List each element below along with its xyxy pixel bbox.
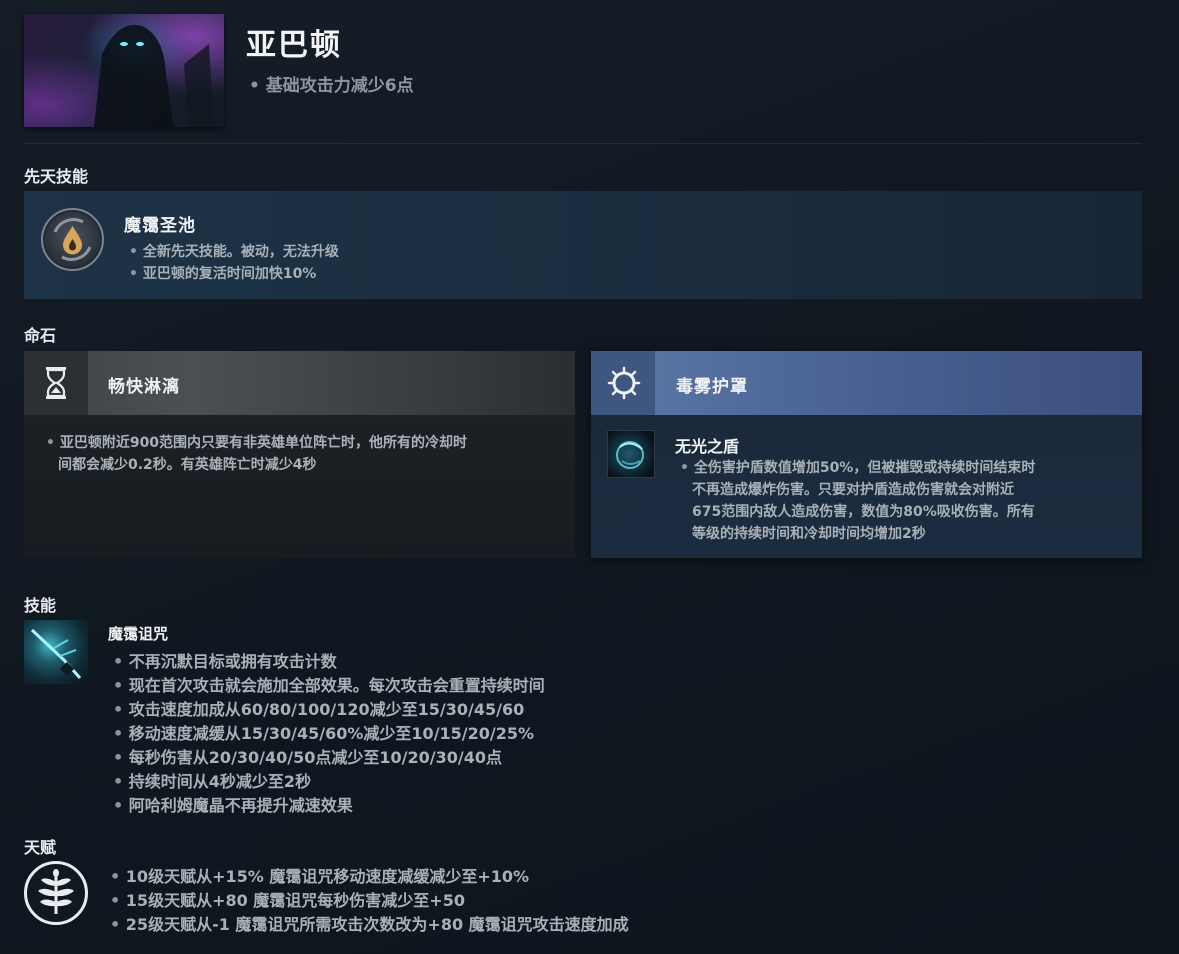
ability-name: 魔霭诅咒 [108, 625, 169, 643]
ability-change-line: 阿哈利姆魔晶不再提升减速效果 [113, 792, 353, 816]
hero-name: 亚巴顿 [246, 28, 342, 63]
talent-tree-icon [24, 861, 88, 925]
curse-of-avernus-icon [24, 620, 88, 684]
ability-change-line: 攻击速度加成从60/80/100/120减少至15/30/45/60 [113, 696, 524, 720]
header-divider [24, 143, 1142, 144]
innate-note-line: 亚巴顿的复活时间加快10% [129, 263, 317, 283]
facet-card-left-line: 亚巴顿附近900范围内只要有非英雄单位阵亡时，他所有的冷却时 [46, 432, 467, 452]
facet-card-right-header [591, 351, 1142, 415]
ability-change-line: 现在首次攻击就会施加全部效果。每次攻击会重置持续时间 [113, 672, 545, 696]
droplet-icon [41, 208, 104, 271]
facet-card-right-ability-name: 无光之盾 [675, 437, 740, 456]
hourglass-icon [24, 351, 88, 415]
section-title-abilities: 技能 [24, 596, 57, 615]
innate-ability-name: 魔霭圣池 [124, 216, 196, 236]
innate-note-line: 全新先天技能。被动，无法升级 [129, 241, 339, 261]
facet-card-right-line: 不再造成爆炸伤害。只要对护盾造成伤害就会对附近 [692, 482, 1014, 498]
hero-change-note: 基础攻击力减少6点 [249, 71, 414, 96]
facet-card-left-title: 畅快淋漓 [108, 377, 180, 397]
facet-card-right-line: 675范围内敌人造成伤害，数值为80%吸收伤害。所有 [692, 504, 1035, 520]
section-title-innate: 先天技能 [24, 167, 89, 186]
aphotic-shield-icon [607, 430, 655, 478]
ability-change-line: 每秒伤害从20/30/40/50点减少至10/20/30/40点 [113, 744, 502, 768]
talent-change-line: 15级天赋从+80 魔霭诅咒每秒伤害减少至+50 [110, 887, 465, 911]
spiked-ring-icon [591, 351, 655, 415]
ability-change-line: 持续时间从4秒减少至2秒 [113, 768, 311, 792]
facet-card-right-line: 等级的持续时间和冷却时间均增加2秒 [692, 526, 926, 542]
section-title-shard: 命石 [24, 326, 57, 345]
talent-change-line: 10级天赋从+15% 魔霭诅咒移动速度减缓减少至+10% [110, 863, 529, 887]
facet-card-left-line: 间都会减少0.2秒。有英雄阵亡时减少4秒 [58, 457, 317, 473]
facet-card-right-line: 全伤害护盾数值增加50%，但被摧毁或持续时间结束时 [680, 457, 1036, 477]
hero-portrait [24, 14, 224, 127]
talent-change-line: 25级天赋从-1 魔霭诅咒所需攻击次数改为+80 魔霭诅咒攻击速度加成 [110, 911, 629, 935]
facet-card-right-title: 毒雾护罩 [676, 377, 748, 397]
section-title-talents: 天赋 [24, 838, 57, 857]
ability-change-line: 不再沉默目标或拥有攻击计数 [113, 648, 337, 672]
ability-change-line: 移动速度减缓从15/30/45/60%减少至10/15/20/25% [113, 720, 534, 744]
facet-card-left-header [24, 351, 575, 415]
